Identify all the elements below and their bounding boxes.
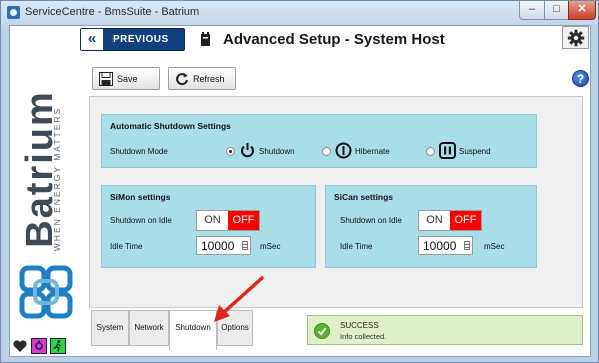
settings-button[interactable]: [562, 26, 589, 49]
sican-settings-title: SiCan settings: [334, 192, 394, 202]
sican-idle-time-label: Idle Time: [340, 242, 373, 251]
app-client-area: Batrium WHEN ENERGY MATTERS « PREVIOUS A…: [9, 25, 591, 357]
title-bar: ServiceCentre - BmsSuite - Batrium – □ ✕: [1, 1, 598, 25]
window-title: ServiceCentre - BmsSuite - Batrium: [25, 6, 200, 18]
spinner-icon[interactable]: [464, 241, 470, 250]
sican-idle-time-unit: mSec: [484, 242, 505, 251]
sican-idle-time-value: 10000: [423, 239, 457, 253]
shutdown-radio[interactable]: [226, 147, 235, 156]
gear-icon: [567, 29, 585, 47]
sican-toggle-off[interactable]: OFF: [450, 211, 481, 230]
simon-idle-time-label: Idle Time: [110, 242, 143, 251]
maximize-button[interactable]: □: [544, 1, 569, 20]
previous-button-label: PREVIOUS: [113, 34, 169, 45]
host-tower-icon: [201, 32, 210, 46]
simon-idle-label: Shutdown on Idle: [110, 216, 172, 225]
hibernate-icon: [335, 142, 352, 159]
hibernate-option-label: Hibernate: [355, 147, 390, 156]
shutdown-mode-label: Shutdown Mode: [110, 147, 168, 156]
refresh-button-label: Refresh: [193, 74, 225, 84]
help-button[interactable]: ?: [572, 70, 589, 87]
batrium-logo-text: Batrium: [19, 90, 61, 248]
automatic-shutdown-panel: Automatic Shutdown Settings Shutdown Mod…: [101, 114, 537, 168]
minimize-button[interactable]: –: [519, 1, 545, 20]
save-button[interactable]: Save: [92, 67, 160, 90]
simon-idle-time-value: 10000: [201, 239, 235, 253]
double-chevron-left-icon: «: [81, 29, 103, 50]
status-icon-bar: [10, 336, 85, 356]
pause-icon: [439, 142, 456, 159]
simon-idle-time-field[interactable]: 10000: [196, 236, 251, 255]
heart-icon[interactable]: [12, 338, 28, 354]
app-window: ServiceCentre - BmsSuite - Batrium – □ ✕…: [0, 0, 599, 363]
simon-settings-title: SiMon settings: [110, 192, 171, 202]
simon-idle-time-unit: mSec: [260, 242, 281, 251]
running-icon[interactable]: [50, 338, 66, 354]
status-title: SUCCESS: [340, 321, 379, 330]
page-title: Advanced Setup - System Host: [223, 31, 445, 48]
app-icon: [7, 6, 20, 19]
save-button-label: Save: [117, 74, 138, 84]
simon-idle-toggle[interactable]: ON OFF: [196, 210, 260, 231]
brand-sidebar: Batrium WHEN ENERGY MATTERS: [10, 26, 85, 356]
simon-toggle-off[interactable]: OFF: [228, 211, 259, 230]
check-icon: [314, 323, 330, 339]
hibernate-radio[interactable]: [322, 147, 331, 156]
close-button[interactable]: ✕: [568, 1, 596, 20]
sican-idle-label: Shutdown on Idle: [340, 216, 402, 225]
batrium-chain-logo: [19, 265, 73, 319]
red-callout-arrow: [214, 276, 264, 322]
status-message: Info collected.: [340, 332, 387, 341]
brand-tagline: WHEN ENERGY MATTERS: [52, 106, 62, 252]
refresh-icon: [176, 73, 188, 86]
tool-icon[interactable]: [31, 338, 47, 354]
shutdown-option-label: Shutdown: [259, 147, 295, 156]
simon-toggle-on[interactable]: ON: [197, 211, 228, 230]
refresh-button[interactable]: Refresh: [168, 67, 236, 90]
spinner-icon[interactable]: [242, 241, 248, 250]
automatic-shutdown-title: Automatic Shutdown Settings: [110, 121, 231, 131]
suspend-option-label: Suspend: [459, 147, 491, 156]
status-notification: SUCCESS Info collected.: [307, 315, 583, 345]
sican-toggle-on[interactable]: ON: [419, 211, 450, 230]
sican-idle-time-field[interactable]: 10000: [418, 236, 473, 255]
simon-settings-panel: SiMon settings Shutdown on Idle ON OFF I…: [101, 185, 316, 268]
previous-button[interactable]: « PREVIOUS: [80, 28, 185, 51]
sican-idle-toggle[interactable]: ON OFF: [418, 210, 482, 231]
suspend-radio[interactable]: [426, 147, 435, 156]
shutdown-settings-pane: Automatic Shutdown Settings Shutdown Mod…: [89, 96, 583, 308]
floppy-disk-icon: [99, 72, 113, 86]
tab-system[interactable]: System: [91, 310, 129, 346]
sican-settings-panel: SiCan settings Shutdown on Idle ON OFF I…: [325, 185, 537, 268]
power-icon: [241, 143, 254, 158]
tab-network[interactable]: Network: [129, 310, 169, 346]
